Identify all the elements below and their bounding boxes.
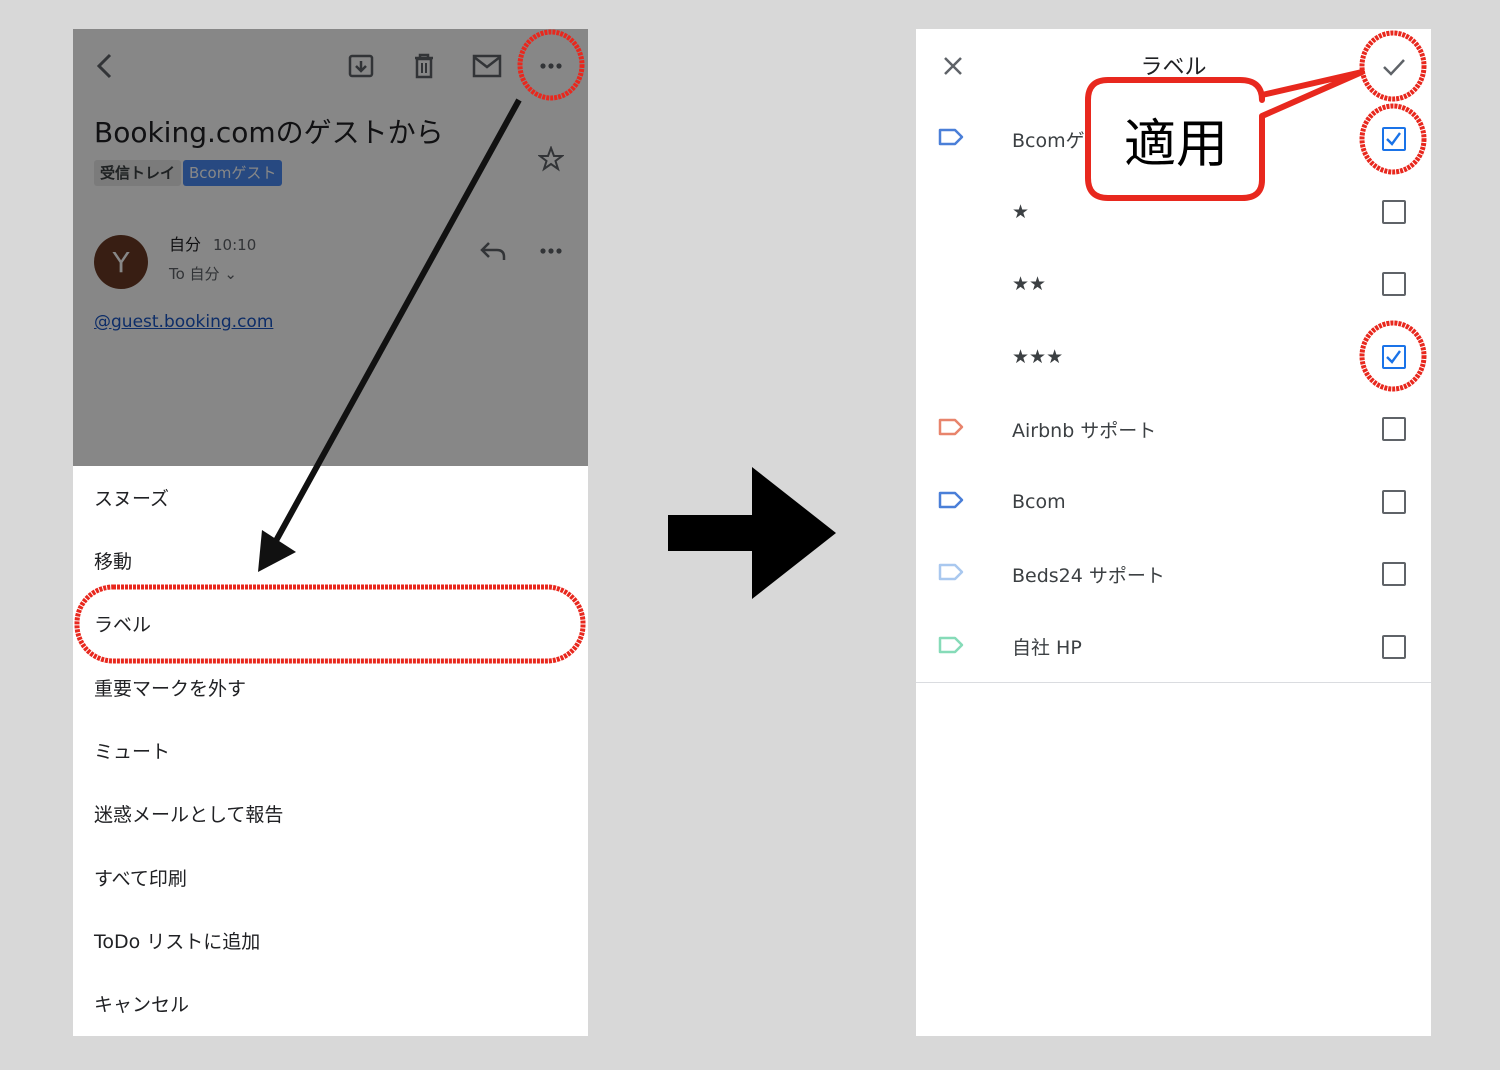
modal-dim-overlay[interactable]	[73, 29, 588, 466]
label-name: ★★★	[1012, 345, 1064, 368]
label-name: 自社 HP	[1012, 637, 1082, 659]
apply-callout: 適用	[1124, 115, 1229, 175]
menu-item-cancel[interactable]: キャンセル	[94, 972, 574, 1035]
label-name: Bcomゲ	[1012, 129, 1085, 152]
list-divider	[916, 682, 1431, 683]
label-tag-icon	[938, 635, 964, 659]
screen-title: ラベル	[1140, 55, 1207, 80]
menu-item-snooze[interactable]: スヌーズ	[94, 466, 574, 529]
apply-check-icon[interactable]	[1378, 53, 1410, 81]
label-row[interactable]: 自社 HP	[916, 611, 1431, 683]
label-name: Airbnb サポート	[1012, 419, 1157, 442]
menu-item-report-spam[interactable]: 迷惑メールとして報告	[94, 782, 574, 845]
checkbox-unchecked[interactable]	[1382, 562, 1406, 586]
checkbox-checked[interactable]	[1382, 344, 1406, 369]
label-row[interactable]: ★★	[916, 248, 1431, 320]
checkbox-unchecked[interactable]	[1382, 489, 1406, 514]
checkbox-unchecked[interactable]	[1382, 634, 1406, 659]
label-name: Bcom	[1012, 490, 1066, 513]
label-row[interactable]: Bcom	[916, 466, 1431, 538]
label-tag-icon	[938, 562, 964, 586]
action-menu-sheet: スヌーズ 移動 ラベル 重要マークを外す ミュート 迷惑メールとして報告 すべて…	[73, 466, 588, 1036]
checkbox-unchecked[interactable]	[1382, 272, 1406, 296]
menu-item-mute[interactable]: ミュート	[94, 719, 574, 782]
label-row[interactable]: Airbnb サポート	[916, 393, 1431, 465]
label-name: ★★	[1012, 273, 1047, 295]
menu-item-label[interactable]: ラベル	[94, 592, 574, 655]
menu-item-move[interactable]: 移動	[94, 529, 574, 592]
label-name: ★	[1012, 200, 1030, 223]
checkbox-unchecked[interactable]	[1382, 199, 1406, 224]
label-tag-icon	[938, 417, 964, 441]
label-row[interactable]: ★	[916, 176, 1431, 248]
label-row[interactable]: ★★★	[916, 321, 1431, 393]
label-name: Beds24 サポート	[1012, 564, 1165, 587]
transition-arrow-icon	[666, 465, 838, 605]
label-select-screen: ラベル Bcomゲ ★ ★★ ★★★ Airbnb サポート Bcom Beds24 サポー…	[916, 29, 1431, 1036]
checkbox-checked[interactable]	[1382, 127, 1406, 151]
menu-item-add-todo[interactable]: ToDo リストに追加	[94, 909, 574, 972]
label-row[interactable]: Beds24 サポート	[916, 538, 1431, 610]
menu-item-print-all[interactable]: すべて印刷	[94, 846, 574, 909]
checkbox-unchecked[interactable]	[1382, 417, 1406, 441]
label-tag-icon	[938, 127, 964, 151]
label-tag-icon	[938, 490, 964, 514]
gmail-email-screen: Booking.comのゲストから 受信トレイ Bcomゲスト Y 自分 10:1…	[73, 29, 588, 1036]
menu-item-unmark-important[interactable]: 重要マークを外す	[94, 656, 574, 719]
